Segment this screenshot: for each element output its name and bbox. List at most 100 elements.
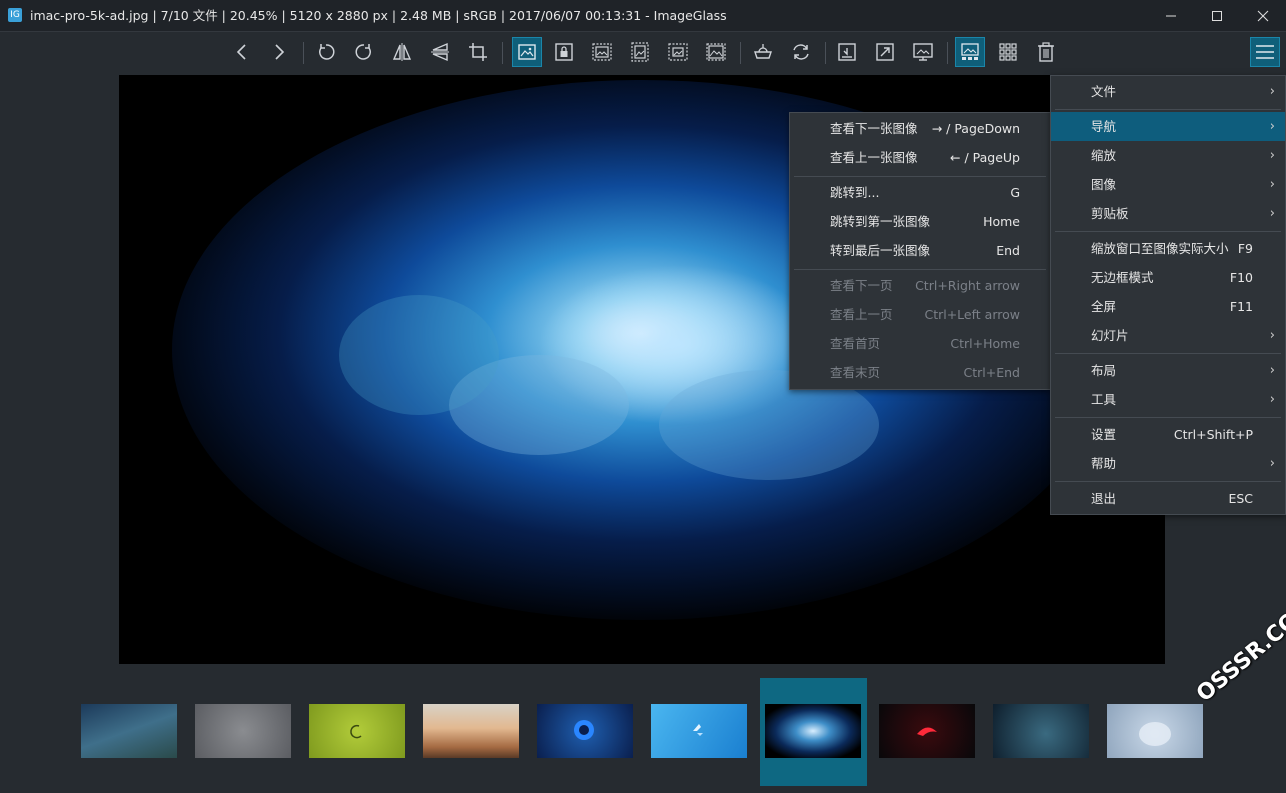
next-image-button[interactable] — [264, 37, 294, 67]
hamburger-menu-icon — [1256, 45, 1274, 59]
lock-zoom-icon — [555, 43, 573, 61]
maximize-icon — [1212, 10, 1222, 21]
menu-item-image[interactable]: 图像 › — [1051, 170, 1285, 199]
minimize-button[interactable] — [1148, 0, 1194, 31]
window-title: imac-pro-5k-ad.jpg | 7/10 文件 | 20.45% | … — [30, 8, 727, 23]
toolbar-separator — [502, 42, 503, 64]
menu-item-zoom[interactable]: 缩放 › — [1051, 141, 1285, 170]
menu-separator — [1055, 417, 1281, 418]
gallery-button[interactable] — [993, 37, 1023, 67]
menu-item-layout[interactable]: 布局 › — [1051, 356, 1285, 385]
scale-to-height-button[interactable] — [625, 37, 655, 67]
close-icon — [1257, 10, 1269, 21]
thumbnail-3[interactable] — [309, 704, 405, 758]
rotate-left-button[interactable] — [311, 37, 341, 67]
debian-swirl-icon — [350, 724, 362, 739]
flip-vertical-button[interactable] — [425, 37, 455, 67]
chevron-right-icon: › — [1269, 148, 1275, 163]
menu-item-navigation[interactable]: 导航 › — [1051, 112, 1285, 141]
scale-to-width-icon — [592, 43, 612, 61]
flutter-logo-icon — [693, 724, 703, 736]
minimize-icon — [1166, 15, 1176, 16]
thumbnail-bar-button[interactable] — [955, 37, 985, 67]
thumbnail-4[interactable] — [423, 704, 519, 758]
scale-to-width-button[interactable] — [587, 37, 617, 67]
flip-horizontal-icon — [392, 43, 412, 61]
menu-item-clipboard[interactable]: 剪贴板 › — [1051, 199, 1285, 228]
refresh-button[interactable] — [786, 37, 816, 67]
chevron-right-icon: › — [1269, 84, 1275, 99]
open-with-icon — [754, 44, 772, 59]
navigation-submenu: 查看下一张图像 → / PageDown 查看上一张图像 ← / PageUp … — [789, 112, 1051, 390]
trash-icon — [1038, 42, 1054, 62]
flip-horizontal-button[interactable] — [387, 37, 417, 67]
toolbar-separator — [740, 42, 741, 64]
menu-separator — [1055, 109, 1281, 110]
thumbnail-7[interactable] — [765, 704, 861, 758]
menu-item-fullscreen[interactable]: 全屏 F11 — [1051, 292, 1285, 321]
menu-separator — [1055, 481, 1281, 482]
thumbnail-6[interactable] — [651, 704, 747, 758]
menu-item-window-fit[interactable]: 缩放窗口至图像实际大小 F9 — [1051, 234, 1285, 263]
scale-to-fit-button[interactable] — [663, 37, 693, 67]
menu-item-view-previous-page: 查看上一页 Ctrl+Left arrow — [830, 307, 1020, 322]
menu-item-view-next-page: 查看下一页 Ctrl+Right arrow — [830, 278, 1020, 293]
menu-item-view-last-page: 查看末页 Ctrl+End — [830, 365, 1020, 380]
thumbnail-8[interactable] — [879, 704, 975, 758]
chevron-right-icon: › — [1269, 328, 1275, 343]
thumbnail-5[interactable] — [537, 704, 633, 758]
menu-item-go-to-last[interactable]: 转到最后一张图像 End — [790, 236, 1050, 265]
chevron-left-icon — [236, 44, 246, 60]
thumbnail-1[interactable] — [81, 704, 177, 758]
chevron-right-icon: › — [1269, 392, 1275, 407]
menu-item-tools[interactable]: 工具 › — [1051, 385, 1285, 414]
crop-button[interactable] — [463, 37, 493, 67]
open-with-button[interactable] — [748, 37, 778, 67]
menu-separator — [1055, 231, 1281, 232]
menu-item-go-to-first[interactable]: 跳转到第一张图像 Home — [790, 207, 1050, 236]
flip-vertical-icon — [431, 42, 449, 62]
toolbar-separator — [825, 42, 826, 64]
close-button[interactable] — [1240, 0, 1286, 31]
firefox-logo-icon — [574, 720, 594, 740]
menu-item-view-previous-image[interactable]: 查看上一张图像 ← / PageUp — [790, 143, 1050, 172]
main-menu-button[interactable] — [1250, 37, 1280, 67]
chevron-right-icon — [275, 44, 285, 60]
scale-to-fill-button[interactable] — [701, 37, 731, 67]
menu-item-exit[interactable]: 退出 ESC — [1051, 484, 1285, 513]
thumbnail-2[interactable] — [195, 704, 291, 758]
toolbar-separator — [947, 42, 948, 64]
menu-item-go-to[interactable]: 跳转到... G — [790, 178, 1050, 207]
rotate-right-icon — [355, 44, 371, 60]
menu-item-slideshow[interactable]: 幻灯片 › — [1051, 321, 1285, 350]
maximize-button[interactable] — [1194, 0, 1240, 31]
menu-item-settings[interactable]: 设置 Ctrl+Shift+P — [1051, 420, 1285, 449]
menu-item-help[interactable]: 帮助 › — [1051, 449, 1285, 478]
rotate-right-button[interactable] — [349, 37, 379, 67]
thumbnail-9[interactable] — [993, 704, 1089, 758]
fullscreen-icon — [876, 43, 894, 61]
scale-to-fit-icon — [668, 43, 688, 61]
auto-zoom-button[interactable] — [512, 37, 542, 67]
toolbar — [0, 32, 1286, 74]
open-location-icon — [838, 43, 856, 61]
menu-item-view-next-image[interactable]: 查看下一张图像 → / PageDown — [790, 114, 1050, 143]
set-wallpaper-icon — [913, 43, 933, 61]
set-wallpaper-button[interactable] — [908, 37, 938, 67]
thumbnail-10[interactable] — [1107, 704, 1203, 758]
windows-bloom-icon — [1139, 722, 1171, 746]
scale-to-height-icon — [631, 42, 649, 62]
chevron-right-icon: › — [1269, 363, 1275, 378]
menu-item-frameless[interactable]: 无边框模式 F10 — [1051, 263, 1285, 292]
menu-item-view-first-page: 查看首页 Ctrl+Home — [830, 336, 1020, 351]
menu-separator — [1055, 353, 1281, 354]
menu-item-file[interactable]: 文件 › — [1051, 77, 1285, 106]
delete-button[interactable] — [1031, 37, 1061, 67]
open-location-button[interactable] — [832, 37, 862, 67]
fullscreen-button[interactable] — [870, 37, 900, 67]
lock-zoom-button[interactable] — [549, 37, 579, 67]
thumbnail-bar-icon — [961, 43, 979, 60]
previous-image-button[interactable] — [227, 37, 257, 67]
rog-logo-icon — [917, 727, 937, 736]
menu-separator — [794, 269, 1046, 270]
